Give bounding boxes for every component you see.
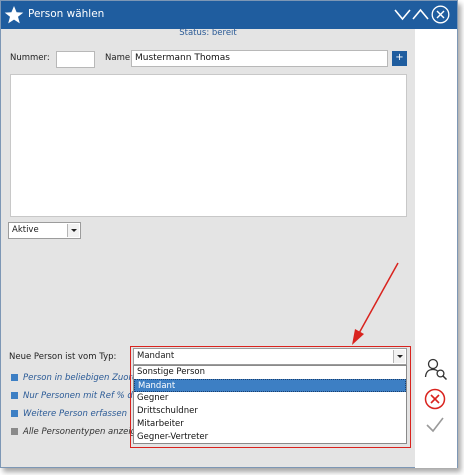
option-label: Alle Personentypen anzeigen — [23, 427, 147, 437]
person-search-icon[interactable] — [424, 357, 448, 381]
nummer-input[interactable] — [56, 51, 95, 68]
nummer-label: Nummer: — [10, 53, 50, 63]
add-person-button[interactable]: + — [392, 51, 407, 66]
name-input[interactable]: Mustermann Thomas — [131, 50, 388, 67]
action-panel — [415, 29, 457, 468]
name-label: Name — [105, 53, 131, 63]
person-select-window: Person wählen Status: bereit Nummer: Nam… — [0, 0, 458, 468]
chevron-down-icon — [394, 9, 411, 21]
option-all-types[interactable]: Alle Personentypen anzeigen — [11, 427, 147, 437]
filter-select[interactable]: Aktive — [8, 222, 81, 239]
minimize-button[interactable] — [393, 6, 412, 23]
filter-selected: Aktive — [12, 225, 39, 235]
close-window-button[interactable] — [431, 5, 450, 24]
star-icon — [4, 6, 24, 24]
checkmark-icon[interactable] — [425, 416, 445, 434]
maximize-button[interactable] — [411, 6, 430, 23]
annotation-highlight-box — [130, 346, 411, 448]
checkbox-icon[interactable] — [11, 391, 18, 399]
close-icon — [431, 5, 450, 24]
checkbox-icon[interactable] — [11, 427, 18, 435]
option-label: Weitere Person erfassen — [23, 409, 127, 419]
option-add-another[interactable]: Weitere Person erfassen — [11, 409, 127, 419]
window-title: Person wählen — [28, 8, 105, 20]
chevron-down-icon[interactable] — [67, 224, 79, 237]
new-person-type-label: Neue Person ist vom Typ: — [9, 352, 117, 362]
chevron-up-icon — [412, 8, 429, 20]
cancel-icon[interactable] — [424, 388, 446, 410]
results-list[interactable] — [10, 74, 407, 217]
title-bar[interactable]: Person wählen — [1, 1, 457, 29]
checkbox-icon[interactable] — [11, 409, 18, 417]
annotation-arrow-icon — [352, 262, 399, 345]
checkbox-icon[interactable] — [11, 373, 18, 381]
option-any-assignment[interactable]: Person in beliebigen Zuordnu — [11, 373, 148, 383]
status-text: Status: bereit — [179, 28, 237, 38]
